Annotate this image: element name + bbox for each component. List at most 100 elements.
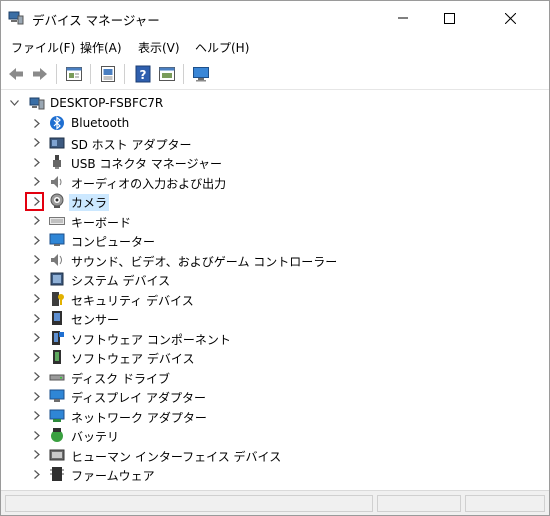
- tree-item[interactable]: セキュリティ デバイス: [1, 290, 549, 310]
- menu-help[interactable]: ヘルプ(H): [195, 39, 249, 56]
- tree-item[interactable]: キーボード: [1, 212, 549, 232]
- tree-item-label: センサー: [71, 313, 120, 327]
- device-tree: DESKTOP-FSBFC7R Bluetooth SD ホスト アダプター USB…: [1, 90, 549, 490]
- tree-item-label: オーディオの入力および出力: [71, 176, 227, 191]
- tree-item[interactable]: Bluetooth: [1, 114, 549, 134]
- chevron-right-icon[interactable]: [31, 156, 43, 168]
- help-icon[interactable]: ?: [134, 65, 152, 83]
- tree-item-label: SD ホスト アダプター: [71, 137, 192, 152]
- chevron-right-icon[interactable]: [31, 293, 43, 305]
- tree-item-label: ソフトウェア デバイス: [71, 352, 195, 366]
- menu-file[interactable]: ファイル(F): [11, 39, 75, 56]
- software-device-icon: [53, 350, 61, 364]
- tree-item-label: セキュリティ デバイス: [71, 293, 194, 308]
- tree-item[interactable]: ファームウェア: [1, 465, 549, 485]
- security-device-icon: [52, 291, 64, 306]
- sd-host-icon: [49, 137, 65, 148]
- chevron-right-icon[interactable]: [31, 176, 43, 188]
- toolbar-separator: [124, 64, 125, 84]
- hid-icon: [49, 449, 65, 460]
- tree-item[interactable]: バッテリ: [1, 426, 549, 446]
- menu-bar: ファイル(F) 操作(A) 表示(V) ヘルプ(H): [1, 35, 549, 59]
- chevron-right-icon[interactable]: [31, 429, 43, 441]
- system-device-icon: [50, 272, 64, 286]
- chevron-right-icon[interactable]: [31, 234, 43, 246]
- tree-root-label: DESKTOP-FSBFC7R: [50, 96, 164, 110]
- tree-item[interactable]: ソフトウェア デバイス: [1, 348, 549, 368]
- chevron-right-icon[interactable]: [31, 312, 43, 324]
- tree-item-label: バッテリ: [71, 430, 120, 444]
- tree-item-label: キーボード: [71, 215, 132, 230]
- tree-item[interactable]: センサー: [1, 309, 549, 329]
- tree-item[interactable]: ヒューマン インターフェイス デバイス: [1, 446, 549, 466]
- back-icon[interactable]: [7, 65, 25, 83]
- tree-item-label: Bluetooth: [71, 116, 130, 130]
- tree-item[interactable]: ネットワーク アダプター: [1, 407, 549, 427]
- chevron-right-icon[interactable]: [31, 449, 43, 461]
- toolbar-separator: [56, 64, 57, 84]
- tree-item-label: ファームウェア: [71, 469, 155, 483]
- battery-icon: [51, 428, 63, 442]
- chevron-right-icon[interactable]: [31, 215, 43, 227]
- device-manager-app-icon: [8, 11, 24, 25]
- monitor-icon[interactable]: [192, 65, 210, 83]
- view-icon[interactable]: [158, 65, 176, 83]
- tree-item[interactable]: ディスク ドライブ: [1, 368, 549, 388]
- svg-text:?: ?: [140, 68, 147, 82]
- close-button[interactable]: [472, 1, 549, 35]
- chevron-down-icon[interactable]: [8, 97, 20, 109]
- tree-item-label: カメラ: [69, 194, 110, 211]
- menu-view[interactable]: 表示(V): [138, 39, 180, 56]
- maximize-button[interactable]: [426, 1, 472, 35]
- toolbar: ?: [1, 59, 549, 90]
- tree-item[interactable]: システム デバイス: [1, 270, 549, 290]
- audio-io-icon: [51, 175, 62, 188]
- close-icon: [505, 12, 516, 24]
- tree-item-label: ソフトウェア コンポーネント: [71, 332, 231, 347]
- tree-item[interactable]: カメラ: [1, 192, 549, 212]
- tree-item[interactable]: オーディオの入力および出力: [1, 173, 549, 193]
- keyboard-icon: [49, 216, 65, 225]
- disk-drive-icon: [49, 374, 65, 380]
- update-icon[interactable]: [99, 65, 117, 83]
- bluetooth-icon: [50, 116, 64, 130]
- camera-icon: [50, 193, 64, 208]
- tree-item-label: システム デバイス: [71, 274, 171, 288]
- tree-item[interactable]: ディスプレイ アダプター: [1, 387, 549, 407]
- chevron-right-icon[interactable]: [31, 273, 43, 285]
- chevron-right-icon[interactable]: [31, 351, 43, 363]
- sound-icon: [51, 253, 62, 266]
- chevron-right-icon[interactable]: [31, 468, 43, 480]
- device-manager-window: デバイス マネージャー ファイル(F) 操作(A) 表示(V) ヘルプ(H) ?…: [0, 0, 550, 516]
- status-bar: [1, 490, 549, 515]
- tree-item-label: ネットワーク アダプター: [71, 410, 207, 425]
- chevron-right-icon[interactable]: [31, 117, 43, 129]
- usb-connector-icon: [53, 155, 61, 169]
- tree-item[interactable]: SD ホスト アダプター: [1, 134, 549, 154]
- status-pane: [5, 495, 373, 512]
- tree-item-label: コンピューター: [71, 235, 156, 249]
- tree-item[interactable]: USB コネクタ マネージャー: [1, 153, 549, 173]
- tree-item-label: ディスク ドライブ: [71, 371, 170, 386]
- tree-item[interactable]: ソフトウェア コンポーネント: [1, 329, 549, 349]
- chevron-right-icon[interactable]: [31, 390, 43, 402]
- maximize-icon: [443, 12, 455, 24]
- minimize-button[interactable]: [380, 1, 426, 35]
- menu-action[interactable]: 操作(A): [80, 39, 122, 56]
- computer-icon: [49, 233, 65, 246]
- forward-icon[interactable]: [31, 65, 49, 83]
- tree-item[interactable]: コンピューター: [1, 231, 549, 251]
- chevron-right-icon[interactable]: [31, 410, 43, 422]
- chevron-right-icon[interactable]: [31, 332, 43, 344]
- chevron-right-icon[interactable]: [31, 371, 43, 383]
- chevron-right-icon[interactable]: [31, 137, 43, 149]
- tree-item-label: USB コネクタ マネージャー: [71, 157, 222, 171]
- tree-root[interactable]: DESKTOP-FSBFC7R: [1, 94, 549, 114]
- tree-item[interactable]: サウンド、ビデオ、およびゲーム コントローラー: [1, 251, 549, 271]
- window-title: デバイス マネージャー: [32, 13, 160, 28]
- software-component-icon: [52, 330, 64, 345]
- firmware-icon: [50, 467, 64, 481]
- chevron-right-icon[interactable]: [31, 254, 43, 266]
- highlight-box: [25, 192, 44, 211]
- properties-icon[interactable]: [65, 65, 83, 83]
